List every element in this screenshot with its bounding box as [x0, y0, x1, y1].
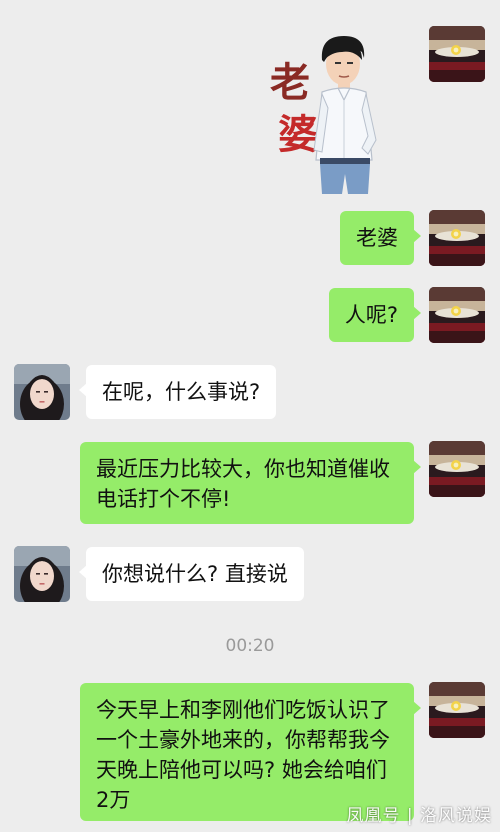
watermark: 凤凰号 | 洛风说娱: [346, 806, 492, 826]
message-bubble-sent[interactable]: 老婆: [340, 211, 421, 265]
message-bubble-sent[interactable]: 人呢?: [328, 288, 422, 342]
my-avatar[interactable]: [429, 441, 485, 497]
my-avatar[interactable]: [429, 210, 485, 266]
message-bubble-received[interactable]: 在呢，什么事说?: [78, 365, 277, 419]
message-bubble-received[interactable]: 你想说什么? 直接说: [79, 547, 304, 601]
my-avatar[interactable]: [429, 287, 485, 343]
sticker-char-2: 婆: [278, 111, 318, 158]
sticker-image: 老 婆: [258, 30, 396, 194]
cartoon-man-icon: [313, 36, 377, 194]
sticker-char-1: 老: [270, 59, 310, 106]
my-avatar[interactable]: [429, 26, 485, 82]
contact-avatar[interactable]: [14, 364, 70, 420]
message-bubble-sent[interactable]: 最近压力比较大，你也知道催收电话打个不停!: [80, 442, 421, 524]
contact-avatar[interactable]: [14, 546, 70, 602]
my-avatar[interactable]: [429, 682, 485, 738]
message-timestamp: 00:20: [225, 636, 275, 656]
